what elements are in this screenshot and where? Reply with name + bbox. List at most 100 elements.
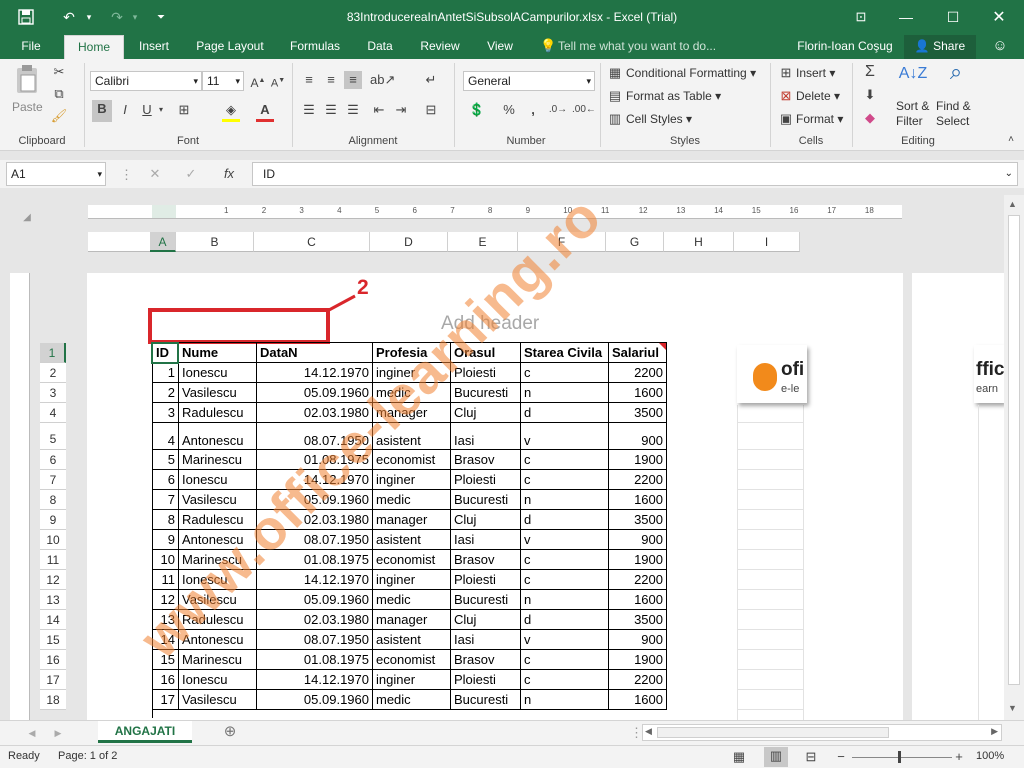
cell-datan[interactable]: 05.09.1960 <box>257 690 373 710</box>
sort-filter-icon[interactable]: A↓Z <box>896 65 930 95</box>
cell-salariul[interactable]: 3500 <box>609 403 667 423</box>
cell-id[interactable]: 13 <box>153 610 179 630</box>
cell-datan[interactable]: 01.08.1975 <box>257 450 373 470</box>
scroll-down-icon[interactable]: ▼ <box>1008 703 1017 713</box>
cell-nume[interactable]: Vasilescu <box>179 490 257 510</box>
align-middle-icon[interactable]: ≡ <box>322 71 340 89</box>
cell-starea-civila[interactable]: c <box>521 363 609 383</box>
cell-starea-civila[interactable]: c <box>521 550 609 570</box>
underline-button[interactable]: U <box>138 101 156 119</box>
cell-starea-civila[interactable]: d <box>521 610 609 630</box>
cell-id[interactable]: 12 <box>153 590 179 610</box>
percent-icon[interactable]: % <box>500 101 518 119</box>
align-center-icon[interactable]: ☰ <box>322 101 340 119</box>
cell-id[interactable]: 16 <box>153 670 179 690</box>
decrease-font-icon[interactable]: A▼ <box>270 72 286 93</box>
cell-id[interactable]: 5 <box>153 450 179 470</box>
cell-datan[interactable]: 08.07.1950 <box>257 423 373 450</box>
cell-nume[interactable]: Marinescu <box>179 650 257 670</box>
row-header[interactable]: 15 <box>40 630 66 650</box>
cell-nume[interactable]: Vasilescu <box>179 383 257 403</box>
cell-salariul[interactable]: 900 <box>609 423 667 450</box>
row-header[interactable]: 5 <box>40 423 66 450</box>
cell-profesia[interactable]: manager <box>373 403 451 423</box>
row-header[interactable]: 9 <box>40 510 66 530</box>
header-cell-orasul[interactable]: Orasul <box>451 343 521 363</box>
cell-salariul[interactable]: 900 <box>609 630 667 650</box>
column-header-b[interactable]: B <box>176 232 254 252</box>
row-header[interactable]: 17 <box>40 670 66 690</box>
cell-profesia[interactable]: medic <box>373 590 451 610</box>
cell-datan[interactable]: 02.03.1980 <box>257 610 373 630</box>
splitter-icon[interactable]: ⋮ <box>630 724 643 742</box>
scroll-left-icon[interactable]: ◀ <box>645 726 652 737</box>
cell-starea-civila[interactable]: c <box>521 470 609 490</box>
tab-view[interactable]: View <box>478 35 522 59</box>
splitter-icon[interactable]: ⋮ <box>120 166 133 184</box>
cell-id[interactable]: 4 <box>153 423 179 450</box>
name-box[interactable]: A1 ▾ <box>6 162 106 186</box>
align-right-icon[interactable]: ☰ <box>344 101 362 119</box>
cell-orasul[interactable]: Bucuresti <box>451 690 521 710</box>
cell-salariul[interactable]: 2200 <box>609 363 667 383</box>
cell-datan[interactable]: 02.03.1980 <box>257 510 373 530</box>
row-header[interactable]: 12 <box>40 570 66 590</box>
insert-function-icon[interactable]: fx <box>218 165 240 183</box>
cell-profesia[interactable]: inginer <box>373 670 451 690</box>
column-header-f[interactable]: F <box>518 232 606 252</box>
font-color-icon[interactable]: A <box>256 101 274 122</box>
cell-styles-button[interactable]: Cell Styles ▾ <box>626 112 692 126</box>
collapse-ribbon-icon[interactable]: ˄ <box>1004 131 1018 149</box>
cell-starea-civila[interactable]: c <box>521 450 609 470</box>
cell-salariul[interactable]: 2200 <box>609 570 667 590</box>
cell-orasul[interactable]: Iasi <box>451 530 521 550</box>
add-header-placeholder[interactable]: Add header <box>441 313 539 335</box>
conditional-formatting-button[interactable]: Conditional Formatting ▾ <box>626 66 756 80</box>
cell-salariul[interactable]: 1600 <box>609 383 667 403</box>
cell-nume[interactable]: Antonescu <box>179 530 257 550</box>
cell-id[interactable]: 3 <box>153 403 179 423</box>
cell-profesia[interactable]: economist <box>373 550 451 570</box>
cell-orasul[interactable]: Bucuresti <box>451 383 521 403</box>
align-left-icon[interactable]: ☰ <box>300 101 318 119</box>
cell-salariul[interactable]: 1600 <box>609 690 667 710</box>
row-header[interactable]: 2 <box>40 363 66 383</box>
cell-profesia[interactable]: manager <box>373 510 451 530</box>
maximize-button[interactable]: ☐ <box>942 4 964 30</box>
cell-orasul[interactable]: Ploiesti <box>451 363 521 383</box>
cell-orasul[interactable]: Cluj <box>451 403 521 423</box>
cell-datan[interactable]: 05.09.1960 <box>257 590 373 610</box>
cell-nume[interactable]: Antonescu <box>179 423 257 450</box>
vertical-scrollbar[interactable]: ▲ ▼ <box>1004 195 1024 720</box>
tab-file[interactable]: File <box>10 35 52 59</box>
zoom-slider-thumb[interactable] <box>898 751 901 763</box>
confirm-entry-icon[interactable]: ✓ <box>182 165 200 183</box>
zoom-out-icon[interactable]: − <box>834 748 848 766</box>
cell-id[interactable]: 7 <box>153 490 179 510</box>
font-name-dropdown[interactable]: Calibri ▾ <box>90 71 202 91</box>
column-header-a[interactable]: A <box>150 232 176 252</box>
share-button[interactable]: 👤 Share <box>904 35 976 59</box>
cell-starea-civila[interactable]: v <box>521 630 609 650</box>
scroll-thumb[interactable] <box>1008 215 1020 685</box>
cell-profesia[interactable]: asistent <box>373 530 451 550</box>
cell-nume[interactable]: Marinescu <box>179 550 257 570</box>
cell-starea-civila[interactable]: v <box>521 423 609 450</box>
orientation-icon[interactable]: ab↗ <box>370 71 395 89</box>
cell-nume[interactable]: Marinescu <box>179 450 257 470</box>
row-header[interactable]: 7 <box>40 470 66 490</box>
zoom-slider[interactable] <box>852 757 952 758</box>
cell-salariul[interactable]: 3500 <box>609 510 667 530</box>
cell-profesia[interactable]: inginer <box>373 363 451 383</box>
cell-orasul[interactable]: Cluj <box>451 610 521 630</box>
page-layout-view-icon[interactable]: ▥ <box>764 747 788 767</box>
format-cells-button[interactable]: Format ▾ <box>796 112 843 126</box>
cell-profesia[interactable]: economist <box>373 650 451 670</box>
header-cell-datan[interactable]: DataN <box>257 343 373 363</box>
page-break-view-icon[interactable]: ⊟ <box>802 748 820 766</box>
cell-datan[interactable]: 14.12.1970 <box>257 570 373 590</box>
cell-profesia[interactable]: manager <box>373 610 451 630</box>
cell-starea-civila[interactable]: c <box>521 570 609 590</box>
fill-color-icon[interactable]: ◈ <box>222 101 240 122</box>
row-header[interactable]: 8 <box>40 490 66 510</box>
